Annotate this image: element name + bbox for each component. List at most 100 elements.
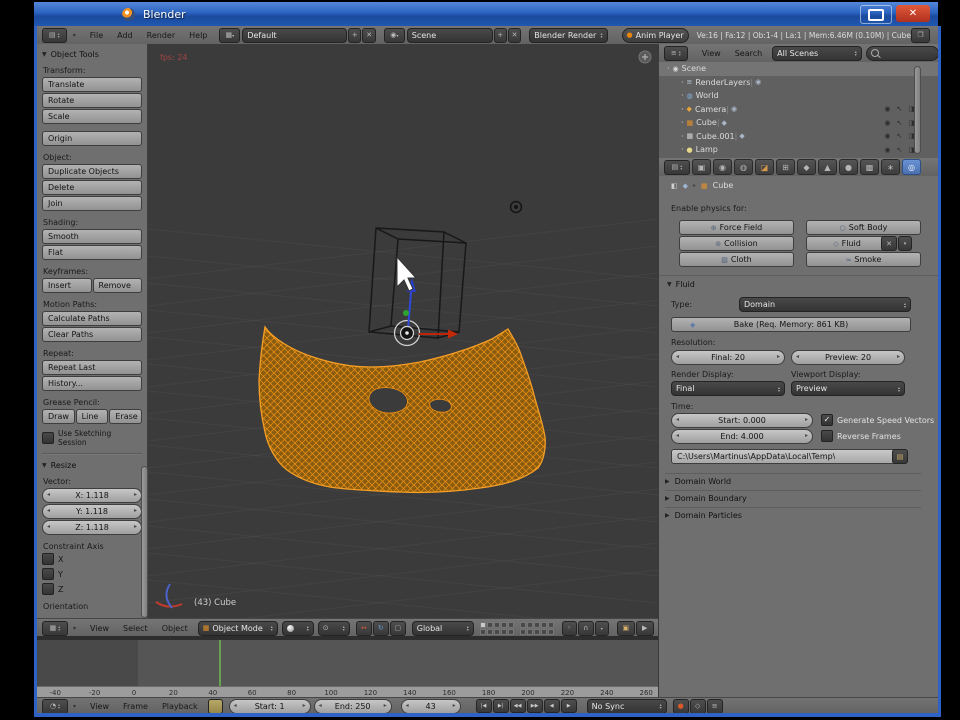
domain-particles-panel-header[interactable]: ▶ Domain Particles bbox=[665, 507, 921, 520]
layer-toggle[interactable] bbox=[479, 621, 486, 628]
decrement-icon[interactable]: ◂ bbox=[47, 491, 50, 498]
timeline-menu-view[interactable]: View bbox=[90, 702, 109, 711]
decrement-icon[interactable]: ◂ bbox=[47, 523, 50, 530]
insert-button[interactable]: Insert bbox=[42, 278, 92, 293]
outliner-filter-select[interactable]: All Scenes ▴ ▾ bbox=[772, 45, 862, 61]
selectability-icon[interactable]: ↖ bbox=[897, 119, 903, 127]
outliner-item-renderlayers[interactable]: · ≡ RenderLayers | ◉ bbox=[659, 76, 938, 90]
history--button[interactable]: History... bbox=[42, 376, 142, 391]
manipulator-translate-toggle[interactable]: ↔ bbox=[355, 620, 372, 636]
sync-mode-select[interactable]: No Sync ▴ ▾ bbox=[586, 698, 667, 713]
auto-keyframe-toggle[interactable] bbox=[207, 698, 223, 713]
decrement-icon[interactable]: ◂ bbox=[47, 507, 50, 514]
disclosure-dot[interactable]: · bbox=[681, 78, 684, 87]
editor-type-properties-button[interactable]: ▤ ▴ ▾ bbox=[664, 159, 690, 175]
tab-scene[interactable]: ◉ bbox=[713, 159, 732, 175]
menu-file[interactable]: File bbox=[90, 31, 103, 40]
translate-button[interactable]: Translate bbox=[42, 77, 142, 92]
selectability-icon[interactable]: ↖ bbox=[897, 105, 903, 113]
layer-toggle[interactable] bbox=[547, 621, 554, 628]
close-button[interactable]: ✕ bbox=[896, 5, 930, 22]
resize-vector-x-field[interactable]: ◂ X: 1.118 ▸ bbox=[42, 488, 142, 503]
timeline-body[interactable] bbox=[37, 640, 658, 686]
play-reverse-button[interactable]: ◀ bbox=[543, 699, 560, 713]
frame-end-field[interactable]: ◂ End: 250 ▸ bbox=[313, 698, 392, 713]
visibility-icon[interactable]: ◉ bbox=[884, 132, 890, 140]
viewport-menu-select[interactable]: Select bbox=[123, 624, 148, 633]
repeat-last-button[interactable]: Repeat Last bbox=[42, 360, 142, 375]
visibility-icon[interactable]: ◉ bbox=[884, 146, 890, 154]
fluid-panel-header[interactable]: ▼ Fluid bbox=[667, 280, 695, 289]
render-opengl-anim-button[interactable]: ▶ bbox=[635, 620, 654, 636]
layer-toggle[interactable] bbox=[526, 621, 533, 628]
layers-widget[interactable] bbox=[519, 621, 554, 635]
fluid-button[interactable]: ◇ Fluid bbox=[806, 236, 888, 251]
frame-start-field[interactable]: ◂ Start: 1 ▸ bbox=[228, 698, 311, 713]
constraint-axis-y-checkbox[interactable] bbox=[42, 568, 54, 580]
bake-button[interactable]: ◈ Bake (Req. Memory: 861 KB) bbox=[671, 317, 911, 332]
disclosure-dot[interactable]: · bbox=[681, 145, 684, 154]
window-titlebar[interactable]: Blender ✕ bbox=[34, 2, 938, 26]
layer-toggle[interactable] bbox=[507, 628, 514, 635]
layer-toggle[interactable] bbox=[493, 621, 500, 628]
outliner-search-input[interactable] bbox=[865, 45, 938, 61]
duplicate-objects-button[interactable]: Duplicate Objects bbox=[42, 164, 142, 179]
layer-toggle[interactable] bbox=[526, 628, 533, 635]
layout-add-button[interactable]: + bbox=[348, 27, 362, 43]
layer-toggle[interactable] bbox=[533, 621, 540, 628]
preview-resolution-field[interactable]: ◂ Preview: 20 ▸ bbox=[791, 350, 905, 365]
time-end-field[interactable]: ◂ End: 4.000 ▸ bbox=[671, 429, 813, 444]
render-opengl-button[interactable]: ▣ bbox=[616, 620, 635, 636]
layer-toggle[interactable] bbox=[479, 628, 486, 635]
layer-toggle[interactable] bbox=[507, 621, 514, 628]
layer-toggle[interactable] bbox=[519, 628, 526, 635]
disclosure-dot[interactable]: · bbox=[681, 105, 684, 114]
layer-toggle[interactable] bbox=[493, 628, 500, 635]
manipulator-rotate-toggle[interactable]: ↻ bbox=[372, 620, 389, 636]
play-button[interactable]: ▶ bbox=[560, 699, 577, 713]
object-tools-panel-header[interactable]: ▼ Object Tools bbox=[42, 50, 142, 59]
viewport-menu-view[interactable]: View bbox=[90, 624, 109, 633]
use-sketching-session-checkbox[interactable] bbox=[42, 432, 54, 444]
domain-boundary-panel-header[interactable]: ▶ Domain Boundary bbox=[665, 490, 921, 503]
outliner-item-camera[interactable]: · ◆ Camera | ◉ ◉ ↖ ◨ bbox=[659, 103, 938, 117]
region-expand-widget[interactable] bbox=[638, 50, 652, 64]
smoke-button[interactable]: ≈ Smoke bbox=[806, 252, 921, 267]
resize-panel-header[interactable]: ▼ Resize bbox=[42, 461, 142, 470]
layer-toggle[interactable] bbox=[500, 628, 507, 635]
menu-add[interactable]: Add bbox=[117, 31, 133, 40]
constraint-axis-x-checkbox[interactable] bbox=[42, 553, 54, 565]
resize-vector-y-field[interactable]: ◂ Y: 1.118 ▸ bbox=[42, 504, 142, 519]
erase-button[interactable]: Erase bbox=[109, 409, 143, 424]
layout-delete-button[interactable]: ✕ bbox=[362, 27, 376, 43]
tool-shelf-scrollbar[interactable] bbox=[141, 466, 148, 618]
outliner-item-cube[interactable]: · ▦ Cube | ◆ ◉ ↖ ◨ bbox=[659, 116, 938, 130]
tab-modifiers[interactable]: ◆ bbox=[797, 159, 816, 175]
visibility-icon[interactable]: ◉ bbox=[884, 119, 890, 127]
smooth-button[interactable]: Smooth bbox=[42, 229, 142, 244]
layer-toggle[interactable] bbox=[547, 628, 554, 635]
manipulator-scale-toggle[interactable]: ▢ bbox=[389, 620, 406, 636]
increment-icon[interactable]: ▸ bbox=[134, 507, 137, 514]
tab-texture[interactable]: ▩ bbox=[860, 159, 879, 175]
outliner-item-cube-001[interactable]: · ▦ Cube.001 | ◆ ◉ ↖ ◨ bbox=[659, 130, 938, 144]
viewport-display-select[interactable]: Preview ▴ ▾ bbox=[791, 381, 905, 396]
screen-layout-browse-button[interactable]: ▦ ▾ bbox=[219, 27, 241, 43]
screen-layout-field[interactable]: Default bbox=[242, 27, 348, 43]
layer-toggle[interactable] bbox=[486, 621, 493, 628]
keying-options-button[interactable]: ≡ bbox=[706, 698, 723, 713]
snap-mode-select[interactable]: ▾ bbox=[594, 620, 609, 636]
increment-icon[interactable]: ▸ bbox=[134, 491, 137, 498]
tab-object-data[interactable]: ▲ bbox=[818, 159, 837, 175]
delete-button[interactable]: Delete bbox=[42, 180, 142, 195]
clear-paths-button[interactable]: Clear Paths bbox=[42, 327, 142, 342]
cache-path-field[interactable]: C:\Users\Martinus\AppData\Local\Temp\ bbox=[671, 449, 899, 464]
tab-render[interactable]: ▣ bbox=[692, 159, 711, 175]
calculate-paths-button[interactable]: Calculate Paths bbox=[42, 311, 142, 326]
tab-constraints[interactable]: ⊞ bbox=[776, 159, 795, 175]
render-display-select[interactable]: Final ▴ ▾ bbox=[671, 381, 785, 396]
force-field-button[interactable]: ⊕ Force Field bbox=[679, 220, 794, 235]
current-frame-marker[interactable] bbox=[219, 640, 221, 686]
scene-add-button[interactable]: + bbox=[493, 27, 507, 43]
timeline-menu-frame[interactable]: Frame bbox=[123, 702, 148, 711]
